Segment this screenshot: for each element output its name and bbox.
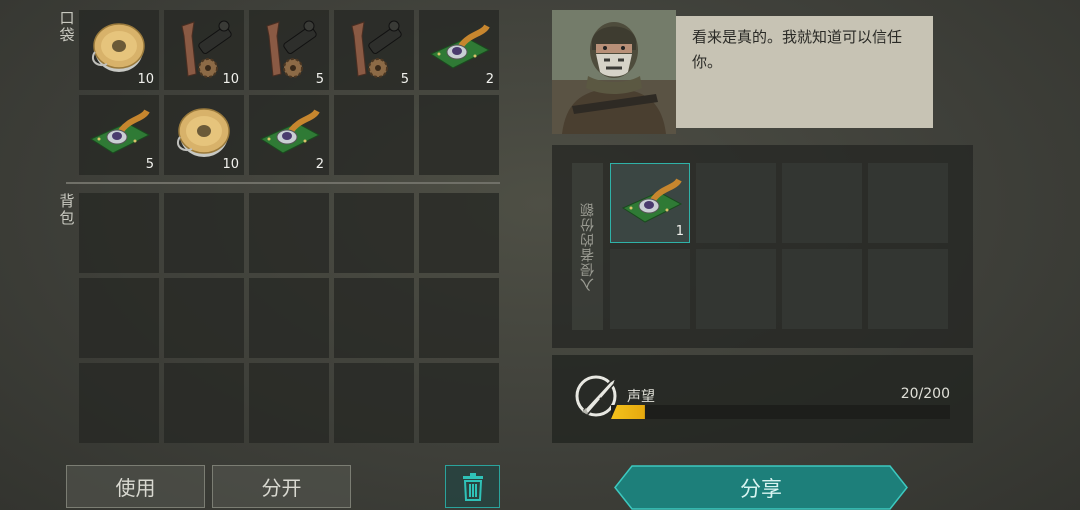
reputation-label: 声望 xyxy=(627,389,655,405)
share-slot-5[interactable] xyxy=(610,249,690,329)
pocket-slot-6[interactable]: 5 xyxy=(79,95,159,175)
backpack-slot-14[interactable] xyxy=(334,363,414,443)
reputation-value: 20/200 xyxy=(900,386,950,402)
backpack-slot-11[interactable] xyxy=(79,363,159,443)
share-grid: 1 xyxy=(610,163,948,329)
npc-dialogue: 看来是真的。我就知道可以信任你。 xyxy=(676,16,933,128)
share-slot-6[interactable] xyxy=(696,249,776,329)
item-quantity: 10 xyxy=(222,157,239,172)
backpack-slot-2[interactable] xyxy=(164,193,244,273)
item-quantity: 1 xyxy=(675,224,684,239)
backpack-slot-13[interactable] xyxy=(249,363,329,443)
pocket-slot-4[interactable]: 5 xyxy=(334,10,414,90)
backpack-label: 背包 xyxy=(59,192,75,227)
pocket-slot-2[interactable]: 10 xyxy=(164,10,244,90)
backpack-slot-8[interactable] xyxy=(249,278,329,358)
item-quantity: 5 xyxy=(315,72,324,87)
backpack-slot-5[interactable] xyxy=(419,193,499,273)
item-quantity: 10 xyxy=(137,72,154,87)
pocket-label: 口袋 xyxy=(59,9,75,44)
reputation-bar-fill xyxy=(611,405,645,419)
backpack-slot-12[interactable] xyxy=(164,363,244,443)
backpack-slot-1[interactable] xyxy=(79,193,159,273)
backpack-slot-9[interactable] xyxy=(334,278,414,358)
pocket-grid: 10 10 5 5 2 5 10 2 xyxy=(79,10,499,175)
share-button[interactable]: 分享 xyxy=(614,465,908,510)
item-quantity: 2 xyxy=(485,72,494,87)
backpack-grid xyxy=(79,193,499,443)
pocket-slot-3[interactable]: 5 xyxy=(249,10,329,90)
pocket-slot-9[interactable] xyxy=(334,95,414,175)
item-quantity: 2 xyxy=(315,157,324,172)
npc-portrait xyxy=(552,10,676,134)
share-slot-3[interactable] xyxy=(782,163,862,243)
share-slot-7[interactable] xyxy=(782,249,862,329)
section-divider xyxy=(66,182,500,184)
pocket-slot-8[interactable]: 2 xyxy=(249,95,329,175)
share-slot-4[interactable] xyxy=(868,163,948,243)
share-slot-1[interactable]: 1 xyxy=(610,163,690,243)
item-quantity: 10 xyxy=(222,72,239,87)
pocket-slot-5[interactable]: 2 xyxy=(419,10,499,90)
backpack-slot-6[interactable] xyxy=(79,278,159,358)
pocket-slot-10[interactable] xyxy=(419,95,499,175)
use-button[interactable]: 使用 xyxy=(66,465,205,508)
split-button[interactable]: 分开 xyxy=(212,465,351,508)
item-quantity: 5 xyxy=(400,72,409,87)
share-slot-2[interactable] xyxy=(696,163,776,243)
trash-icon xyxy=(462,472,483,501)
reputation-bar xyxy=(611,405,950,419)
share-area-label: 入侵者的份额 xyxy=(572,163,603,330)
backpack-slot-7[interactable] xyxy=(164,278,244,358)
trash-button[interactable] xyxy=(445,465,500,508)
backpack-slot-10[interactable] xyxy=(419,278,499,358)
item-quantity: 5 xyxy=(145,157,154,172)
pocket-slot-7[interactable]: 10 xyxy=(164,95,244,175)
backpack-slot-4[interactable] xyxy=(334,193,414,273)
backpack-slot-15[interactable] xyxy=(419,363,499,443)
pocket-slot-1[interactable]: 10 xyxy=(79,10,159,90)
backpack-slot-3[interactable] xyxy=(249,193,329,273)
share-slot-8[interactable] xyxy=(868,249,948,329)
